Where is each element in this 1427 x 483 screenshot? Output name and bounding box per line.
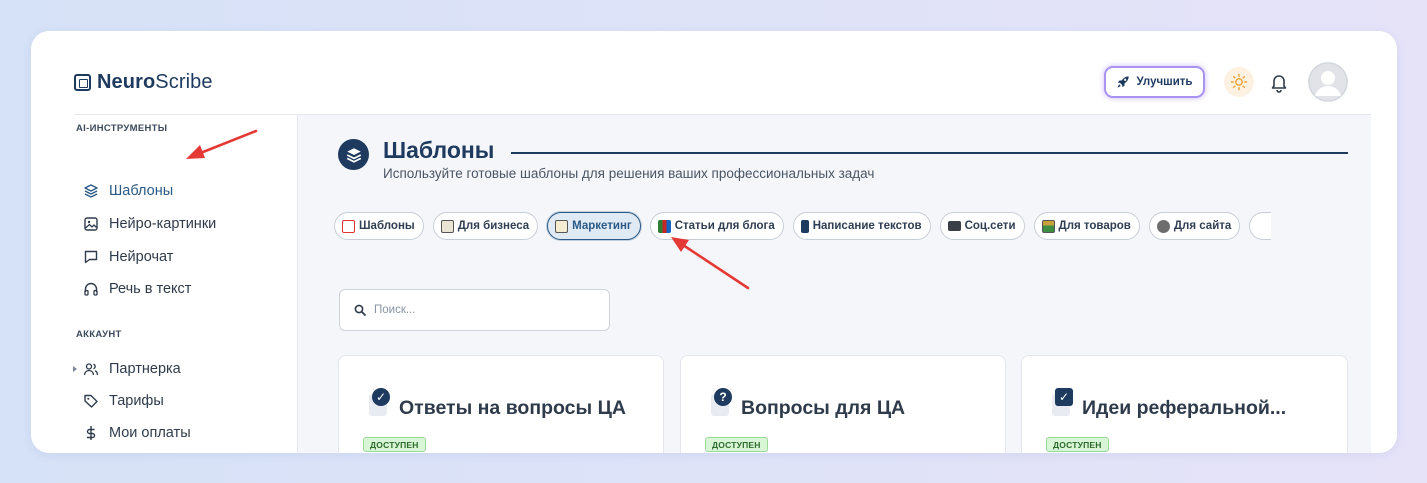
layers-icon — [83, 183, 99, 199]
tab-blog-articles[interactable]: Статьи для блога — [649, 212, 784, 240]
search-input[interactable] — [374, 304, 594, 316]
logo-icon — [74, 74, 91, 91]
tab-label: Для товаров — [1058, 220, 1131, 232]
template-card-audience-questions[interactable]: ? Вопросы для ЦА ДОСТУПЕН — [680, 355, 1006, 453]
tab-more-partial[interactable] — [1249, 212, 1272, 240]
section-title-account: АККАУНТ — [76, 329, 122, 340]
main-content: Шаблоны Используйте готовые шаблоны для … — [298, 115, 1371, 453]
chart-emoji-icon — [342, 219, 355, 233]
sidebar-item-label: Нейро-картинки — [109, 216, 217, 232]
check-box-icon: ✓ — [1052, 388, 1076, 416]
card-title: Вопросы для ЦА — [741, 397, 906, 419]
sidebar-item-label: Мои оплаты — [109, 425, 191, 441]
sidebar-item-label: Тарифы — [109, 393, 164, 409]
user-avatar-icon — [1308, 62, 1348, 102]
robot-emoji-icon — [1156, 219, 1170, 233]
tab-social-media[interactable]: Соц.сети — [939, 212, 1025, 240]
sidebar-item-templates[interactable]: Шаблоны — [83, 180, 173, 202]
sidebar-item-my-payments[interactable]: Мои оплаты — [83, 422, 191, 444]
card-title: Ответы на вопросы ЦА — [399, 397, 626, 419]
tag-icon — [83, 393, 99, 409]
sidebar-item-neuro-images[interactable]: Нейро-картинки — [83, 213, 216, 235]
avatar[interactable] — [1308, 62, 1348, 102]
image-icon — [83, 216, 99, 232]
sidebar-item-speech-to-text[interactable]: Речь в текст — [83, 278, 191, 300]
expand-caret-icon[interactable] — [73, 366, 77, 372]
page-subtitle: Используйте готовые шаблоны для решения … — [383, 166, 875, 181]
tab-templates[interactable]: Шаблоны — [334, 212, 424, 240]
sidebar-item-label: Партнерка — [109, 361, 181, 377]
theme-toggle-button[interactable] — [1224, 67, 1254, 97]
title-divider — [511, 152, 1348, 154]
tab-for-business[interactable]: Для бизнеса — [432, 212, 539, 240]
tab-label: Маркетинг — [572, 220, 632, 232]
upgrade-label: Улучшить — [1136, 76, 1193, 88]
sidebar-item-partners[interactable]: Партнерка — [83, 358, 181, 380]
search-field[interactable] — [339, 289, 610, 331]
question-circle-icon: ? — [711, 388, 735, 416]
tab-label: Для бизнеса — [457, 220, 530, 232]
tab-for-products[interactable]: Для товаров — [1033, 212, 1140, 240]
status-badge: ДОСТУПЕН — [705, 437, 768, 452]
layers-icon — [338, 139, 369, 170]
ledger-emoji-icon — [440, 219, 454, 233]
status-badge: ДОСТУПЕН — [1046, 437, 1109, 452]
template-card-audience-answers[interactable]: ✓ Ответы на вопросы ЦА ДОСТУПЕН — [338, 355, 664, 453]
tab-for-website[interactable]: Для сайта — [1148, 212, 1241, 240]
page-title: Шаблоны — [383, 137, 495, 163]
tab-copywriting[interactable]: Написание текстов — [792, 212, 931, 240]
bell-icon[interactable] — [1268, 71, 1290, 93]
headphones-icon — [83, 281, 99, 297]
chat-icon — [83, 249, 99, 265]
memo-emoji-icon — [555, 219, 569, 233]
sidebar-item-label: Нейрочат — [109, 249, 174, 265]
sidebar-item-label: Шаблоны — [109, 183, 174, 199]
tab-label: Шаблоны — [359, 220, 415, 232]
check-circle-icon: ✓ — [369, 388, 393, 416]
tab-label: Для сайта — [1173, 220, 1232, 232]
rocket-icon — [1117, 76, 1130, 88]
tab-label: Статьи для блога — [674, 220, 775, 232]
logo-text: NeuroScribe — [97, 71, 213, 93]
search-icon — [354, 304, 366, 316]
app-window: NeuroScribe Улучшить AI-ИНСТРУМЕНТЫ Шабл… — [31, 31, 1397, 453]
users-icon — [83, 361, 99, 377]
top-header: NeuroScribe Улучшить — [31, 31, 1397, 115]
dollar-icon — [83, 425, 99, 441]
sidebar-item-label: Речь в текст — [109, 281, 192, 297]
tab-label: Написание текстов — [812, 220, 922, 232]
ledger-emoji-icon — [1041, 219, 1055, 233]
phone-emoji-icon — [800, 219, 809, 233]
tab-marketing[interactable]: Маркетинг — [547, 212, 641, 240]
sidebar-item-neurochat[interactable]: Нейрочат — [83, 246, 173, 268]
sidebar: AI-ИНСТРУМЕНТЫ Шаблоны Нейро-картинки Не… — [73, 115, 298, 453]
logo[interactable]: NeuroScribe — [74, 71, 213, 94]
card-title: Идеи реферальной... — [1082, 397, 1287, 419]
laptop-emoji-icon — [947, 221, 961, 231]
sun-icon — [1230, 73, 1248, 91]
tab-label: Соц.сети — [964, 220, 1016, 232]
sidebar-item-tariffs[interactable]: Тарифы — [83, 390, 164, 412]
template-card-referral-ideas[interactable]: ✓ Идеи реферальной... ДОСТУПЕН — [1021, 355, 1348, 453]
section-title-ai-tools: AI-ИНСТРУМЕНТЫ — [76, 123, 168, 134]
upgrade-button[interactable]: Улучшить — [1104, 66, 1205, 98]
status-badge: ДОСТУПЕН — [363, 437, 426, 452]
books-emoji-icon — [657, 219, 671, 233]
category-tabs: Шаблоны Для бизнеса Маркетинг Статьи для… — [334, 212, 1272, 242]
